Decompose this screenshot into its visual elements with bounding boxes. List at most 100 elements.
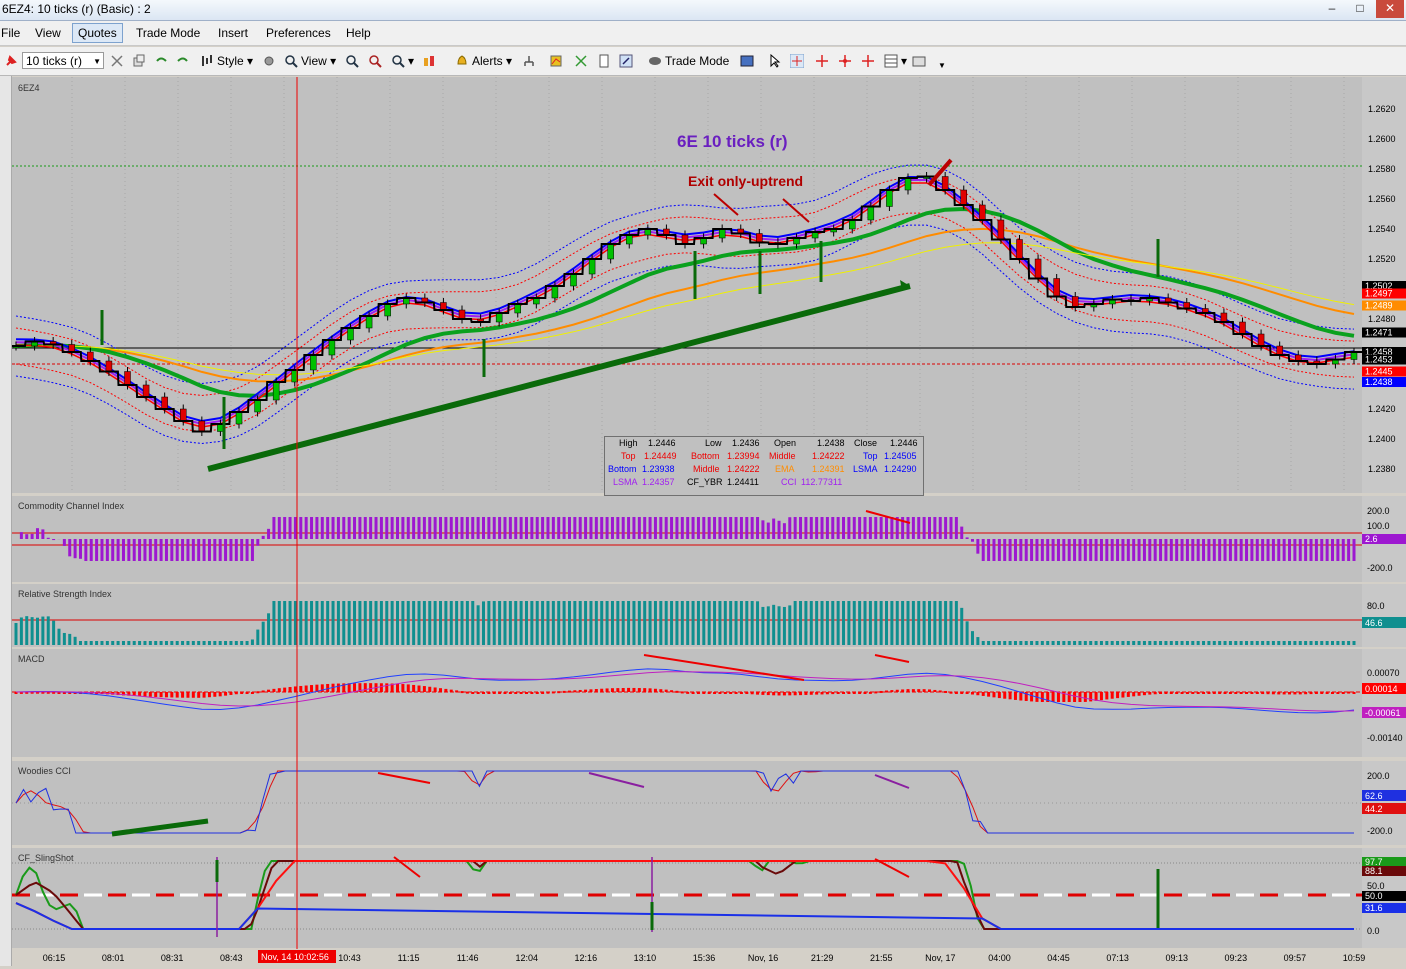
macd-hist-bar	[949, 692, 952, 694]
macd-title: MACD	[18, 654, 45, 664]
view-button[interactable]: View ▾	[284, 52, 336, 70]
settings-icon[interactable]	[262, 52, 279, 70]
copy-icon[interactable]	[132, 52, 149, 70]
macd-hist-bar	[520, 692, 523, 694]
menu-trade-mode[interactable]: Trade Mode	[131, 24, 205, 42]
window-icon[interactable]	[740, 52, 757, 70]
toolbar-overflow-icon[interactable]: ▼	[938, 57, 946, 75]
ohlc-top2-label: Top	[863, 450, 878, 463]
zoom-out-icon[interactable]	[368, 52, 385, 70]
style-button[interactable]: Style ▾	[200, 52, 253, 70]
macd-hist-bar	[1084, 692, 1087, 702]
cross-cursor-icon[interactable]	[815, 52, 832, 70]
macd-hist-bar	[788, 692, 791, 695]
ohlc-ema-label: EMA	[775, 463, 795, 476]
pointer-icon[interactable]	[768, 52, 785, 70]
rsi-bar	[498, 601, 501, 645]
rsi-bar	[57, 629, 60, 645]
slingshot-panel[interactable]: CF_SlingShot 97.7 88.1 50.0 50.0 31.6 0.…	[12, 848, 1406, 948]
ohlc-high: 1.2446	[648, 437, 676, 450]
minimize-button[interactable]: –	[1318, 0, 1346, 18]
cci-bar	[584, 517, 587, 539]
rsi-bar	[1041, 641, 1044, 645]
cci-bar	[971, 539, 974, 542]
macd-hist-bar	[783, 692, 786, 695]
maximize-button[interactable]: □	[1346, 0, 1374, 18]
candle	[199, 421, 205, 432]
cci-bar	[84, 539, 87, 561]
cci-bar	[1320, 539, 1323, 561]
indicator-icon[interactable]	[549, 52, 566, 70]
candle	[1258, 334, 1264, 346]
zoom-menu-icon[interactable]: ▾	[391, 52, 414, 70]
cci-bar	[487, 517, 490, 539]
macd-hist-bar	[686, 692, 689, 694]
macd-hist-bar	[751, 692, 754, 694]
alerts-button[interactable]: Alerts ▾	[455, 52, 512, 70]
cci-bar	[638, 517, 641, 539]
menu-insert[interactable]: Insert	[213, 24, 253, 42]
price-panel[interactable]: 6EZ4 6E 10 ticks (r) Exit only-uptrend 1…	[12, 77, 1406, 493]
cross-dot-icon[interactable]	[838, 52, 855, 70]
rsi-bar	[933, 601, 936, 645]
pin-icon[interactable]	[4, 52, 21, 70]
page-icon[interactable]	[597, 52, 614, 70]
rsi-bar	[1224, 641, 1227, 645]
crosshair-icon[interactable]	[790, 52, 807, 70]
macd-hist-bar	[294, 686, 297, 692]
table-icon[interactable]: ▾	[884, 52, 907, 70]
tree-icon[interactable]	[522, 52, 539, 70]
menu-file[interactable]: File	[0, 24, 25, 42]
export-icon[interactable]	[912, 52, 929, 70]
macd-hist-bar	[966, 692, 969, 694]
rsi-bar	[864, 601, 867, 645]
cci-bar	[992, 539, 995, 561]
macd-hist-bar	[1326, 692, 1329, 694]
rsi-bar	[638, 601, 641, 645]
rsi-bar	[1121, 641, 1124, 645]
macd-hist-bar	[573, 690, 576, 692]
undo-icon[interactable]	[154, 52, 171, 70]
cci-bar	[740, 517, 743, 539]
menu-view[interactable]: View	[30, 24, 66, 42]
menu-help[interactable]: Help	[341, 24, 376, 42]
cci-bar	[1315, 539, 1318, 561]
cci-bar	[133, 539, 136, 561]
cross-line-icon[interactable]	[861, 52, 878, 70]
cci-bar	[1331, 539, 1334, 561]
scissors-icon[interactable]	[574, 52, 591, 70]
ohlc-bottom2-label: Bottom	[608, 463, 637, 476]
interval-select[interactable]: 10 ticks (r)▼	[22, 52, 104, 69]
rsi-bar	[1073, 641, 1076, 645]
cci-bar	[321, 517, 324, 539]
woodies-cci-panel[interactable]: Woodies CCI 200.0 -200.0 62.6 44.2	[12, 761, 1406, 845]
cci-bar	[718, 517, 721, 539]
link-icon[interactable]	[619, 52, 636, 70]
cci-bar	[788, 517, 791, 539]
macd-hist-bar	[1143, 692, 1146, 695]
zoom-in-icon[interactable]	[345, 52, 362, 70]
chart-area[interactable]: 6EZ4 6E 10 ticks (r) Exit only-uptrend 1…	[12, 77, 1406, 969]
rsi-bar	[901, 601, 904, 645]
rsi-bar	[1181, 641, 1184, 645]
candle	[571, 274, 577, 286]
macd-hist-bar	[874, 691, 877, 693]
close-button[interactable]: ✕	[1376, 0, 1404, 18]
menu-quotes[interactable]: Quotes	[72, 23, 123, 43]
bars-icon[interactable]	[422, 52, 439, 70]
macd-hist-bar	[858, 692, 861, 694]
trade-mode-button[interactable]: Trade Mode	[648, 52, 729, 70]
rsi-bar	[1175, 641, 1178, 645]
redo-icon[interactable]	[176, 52, 193, 70]
menu-preferences[interactable]: Preferences	[261, 24, 336, 42]
cross-icon[interactable]	[110, 52, 127, 70]
cci-bar	[869, 517, 872, 539]
cci-panel[interactable]: Commodity Channel Index 200.0 100.0 -200…	[12, 496, 1406, 582]
macd-hist-bar	[1336, 692, 1339, 694]
rsi-bar	[503, 601, 506, 645]
macd-panel[interactable]: MACD 0.00070 -0.00140 0.00014 -0.00061	[12, 649, 1406, 757]
macd-hist-bar	[396, 684, 399, 692]
rsi-bar	[68, 634, 71, 645]
cci-bar	[1218, 539, 1221, 561]
rsi-panel[interactable]: Relative Strength Index 80.0 46.6	[12, 584, 1406, 647]
